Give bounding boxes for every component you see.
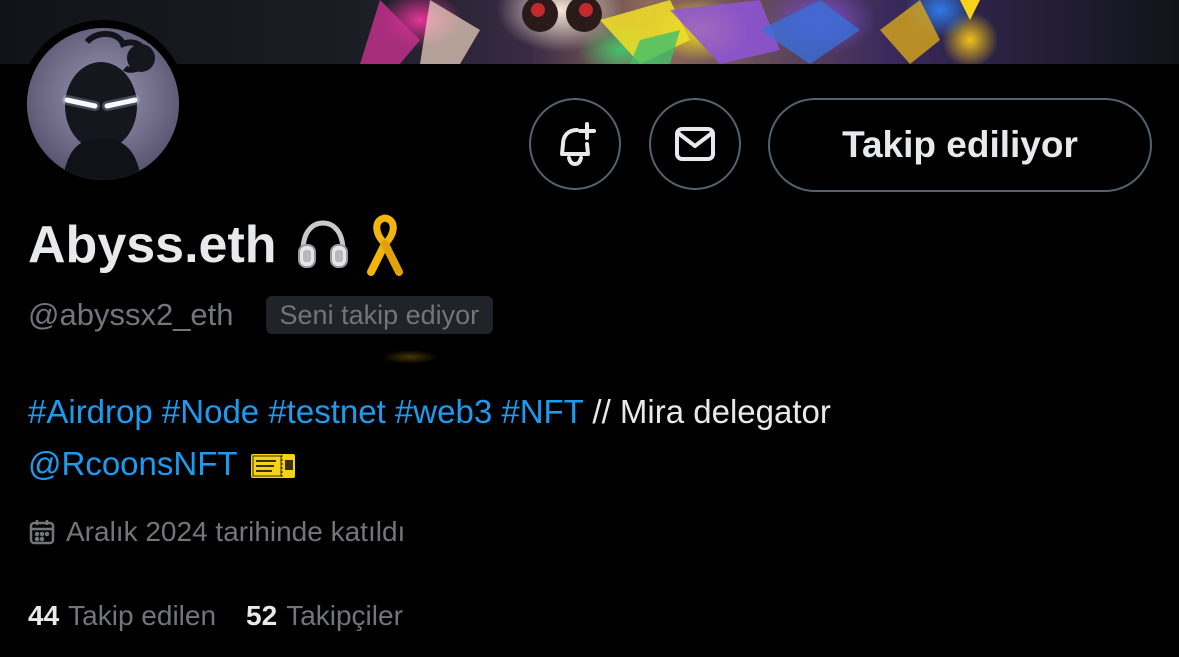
- following-count: 44: [28, 600, 60, 631]
- handle: @abyssx2_eth: [28, 297, 234, 332]
- mention-link[interactable]: @RcoonsNFT: [28, 445, 238, 482]
- hashtag-link[interactable]: #testnet: [268, 393, 385, 430]
- banner-artwork: [360, 0, 980, 64]
- bio-text: // Mira delegator: [583, 393, 831, 430]
- following-label: Takip edilen: [68, 600, 217, 631]
- ribbon-emoji: [366, 214, 403, 276]
- avatar[interactable]: [19, 20, 187, 188]
- bio-line-1: #Airdrop #Node #testnet #web3 #NFT // Mi…: [28, 386, 1148, 438]
- joined-date: Aralık 2024 tarihinde katıldı: [28, 512, 405, 552]
- bio: #Airdrop #Node #testnet #web3 #NFT // Mi…: [28, 386, 1148, 490]
- hashtag-link[interactable]: #Node: [162, 393, 259, 430]
- following-stat[interactable]: 44 Takip edilen: [28, 600, 216, 632]
- hashtag-link[interactable]: #Airdrop: [28, 393, 153, 430]
- followers-count: 52: [246, 600, 278, 631]
- calendar-icon: [29, 520, 55, 545]
- bio-line-2: @RcoonsNFT: [28, 438, 1148, 490]
- following-button[interactable]: Takip ediliyor: [768, 98, 1152, 192]
- notify-button[interactable]: [529, 98, 621, 190]
- follows-you-badge: Seni takip ediyor: [265, 296, 494, 334]
- headphones-emoji: [297, 220, 348, 268]
- follow-stats: 44 Takip edilen 52 Takipçiler: [28, 596, 433, 636]
- bell-plus-icon: [560, 122, 596, 166]
- display-name-row: Abyss.eth: [28, 210, 409, 280]
- avatar-image: [27, 28, 179, 180]
- ticket-emoji: [250, 454, 295, 479]
- hashtag-link[interactable]: #web3: [395, 393, 492, 430]
- mail-icon: [675, 127, 715, 161]
- display-name: Abyss.eth: [28, 216, 277, 274]
- joined-text: Aralık 2024 tarihinde katıldı: [66, 516, 406, 547]
- hashtag-link[interactable]: #NFT: [501, 393, 583, 430]
- profile-page: Takip ediliyor Abyss.eth @abyssx2_eth Se…: [0, 0, 1179, 657]
- followers-label: Takipçiler: [286, 600, 403, 631]
- profile-banner[interactable]: [0, 0, 1179, 64]
- handle-row: @abyssx2_eth Seni takip ediyor: [28, 295, 494, 335]
- artifact-glow: [382, 350, 438, 364]
- message-button[interactable]: [649, 98, 741, 190]
- followers-stat[interactable]: 52 Takipçiler: [246, 600, 403, 632]
